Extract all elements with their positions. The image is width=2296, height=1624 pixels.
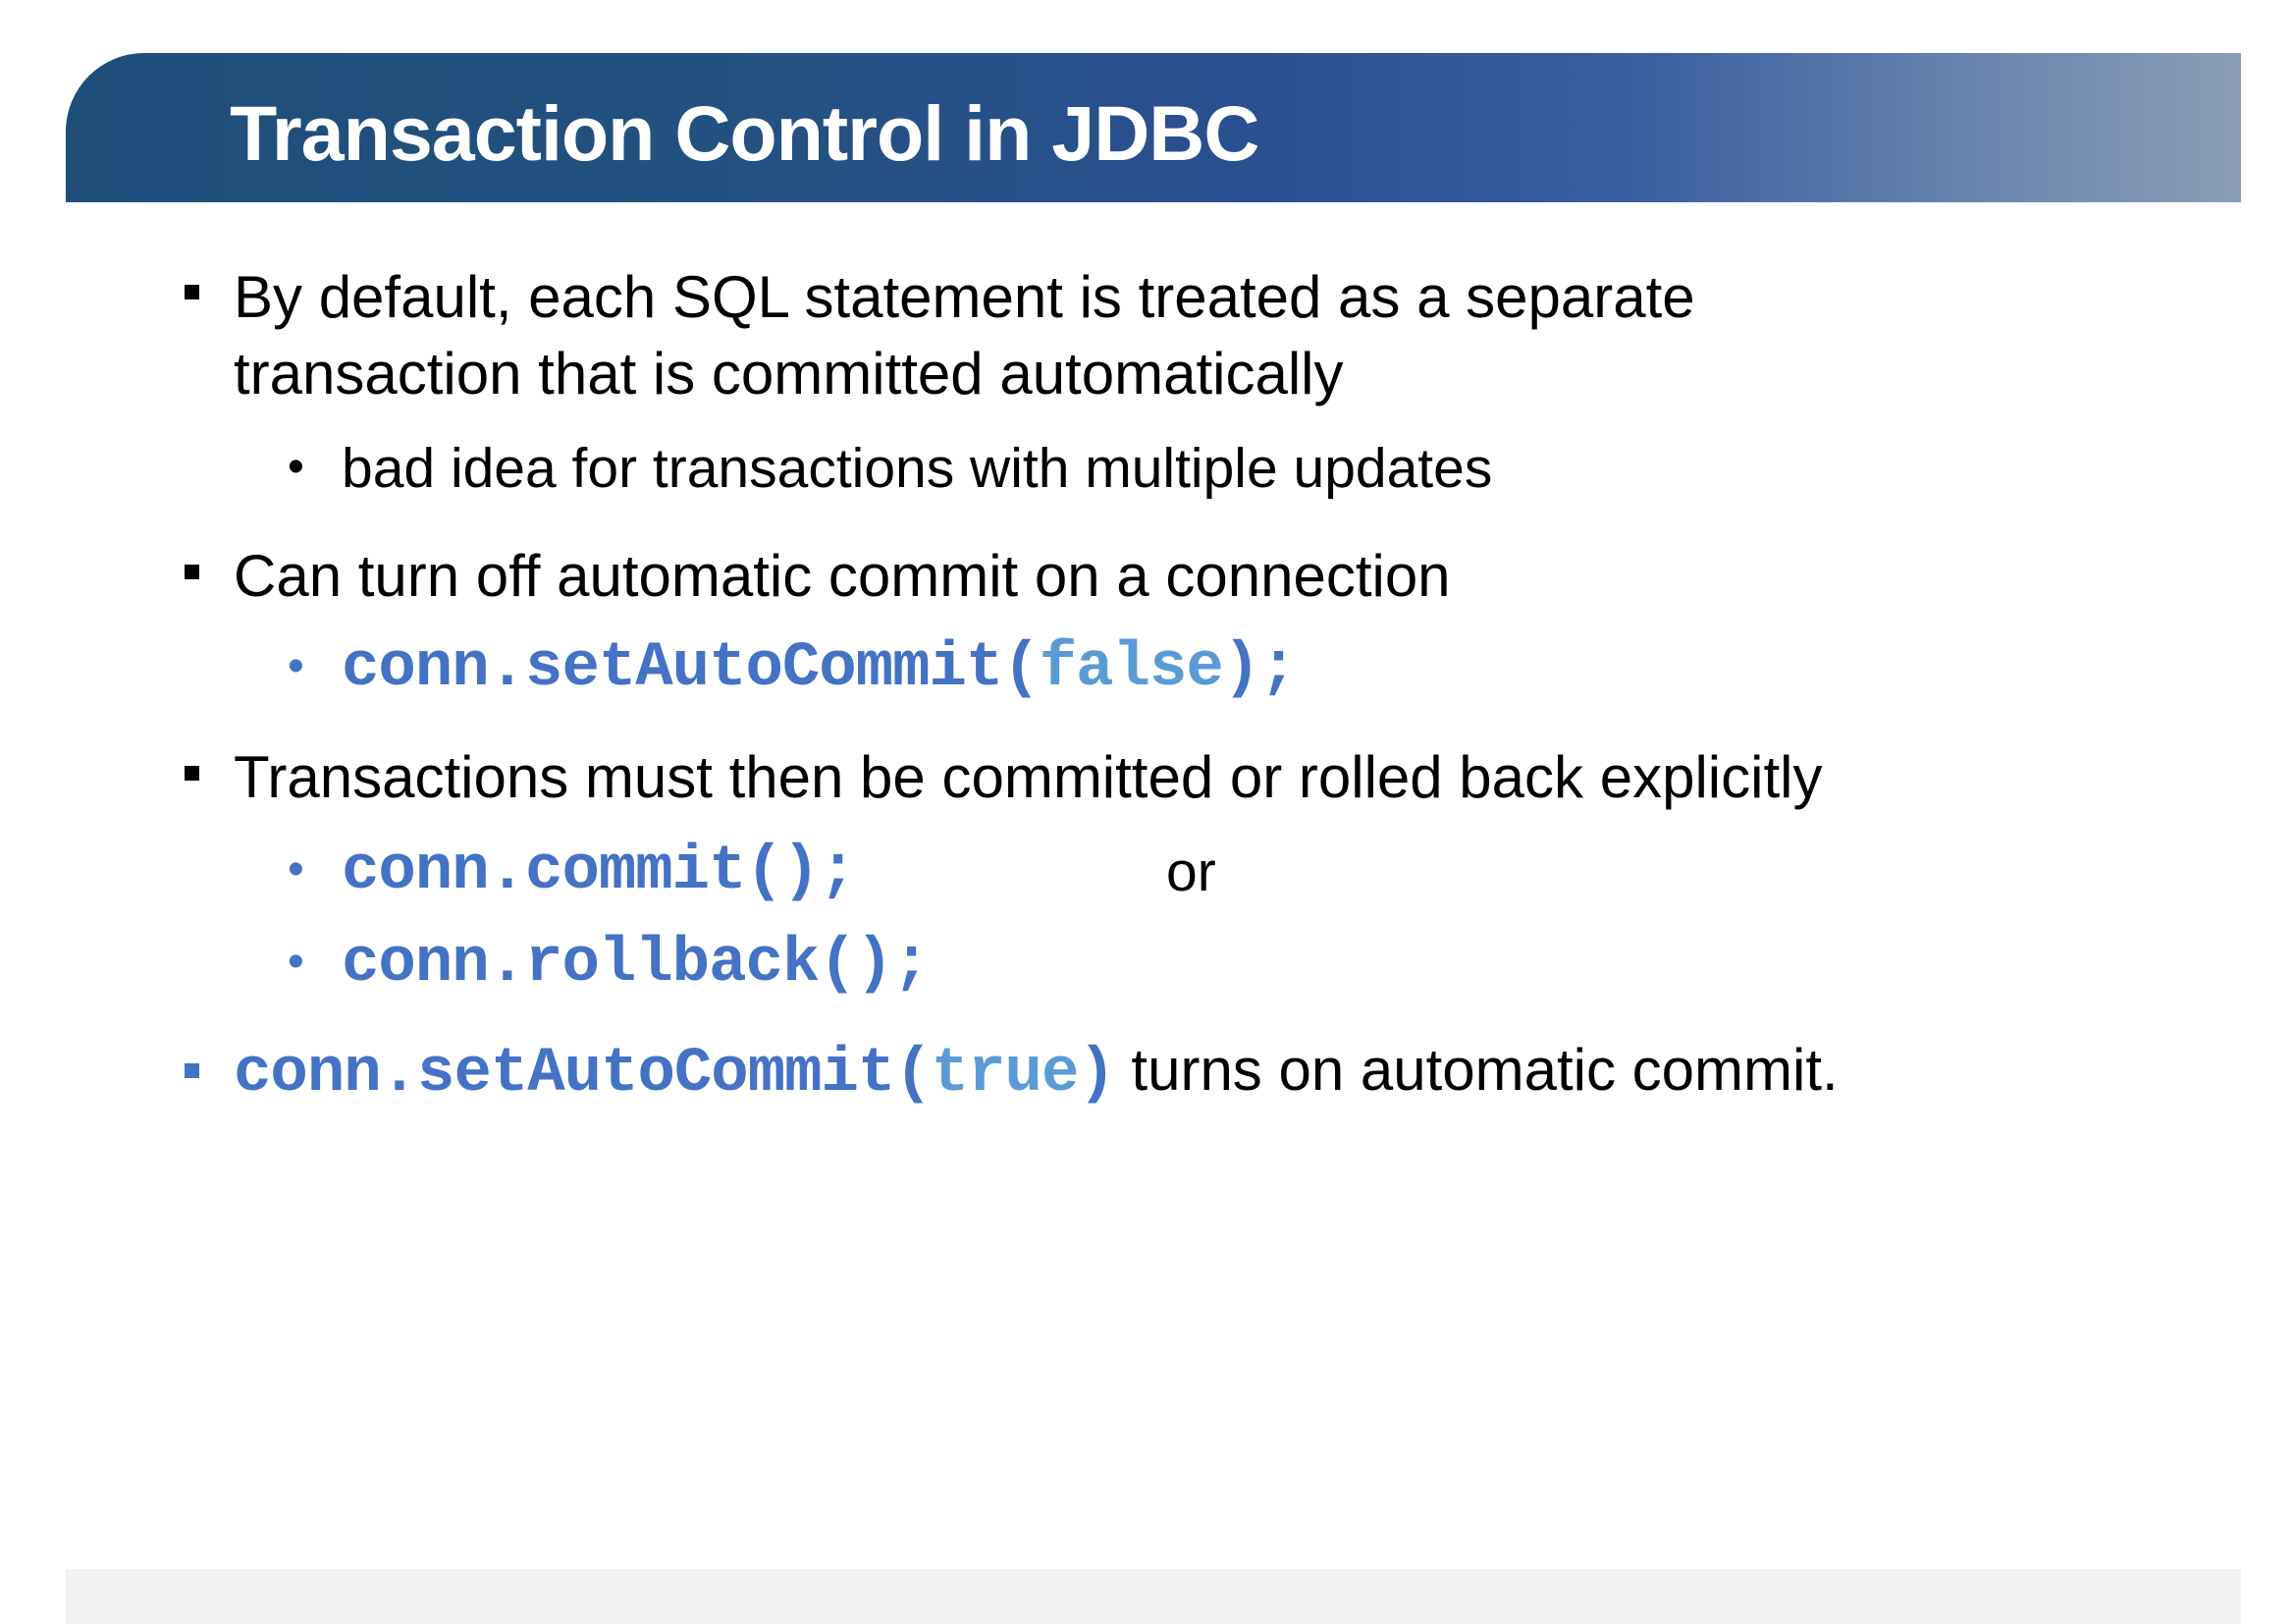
- bullet-2-sub-code: conn.setAutoCommit(false);: [342, 637, 1298, 700]
- bullet-3-sub-1: conn.commit();: [342, 840, 857, 903]
- bullet-4-line: conn.setAutoCommit(true) turns on automa…: [234, 1041, 1839, 1107]
- bullet-1-line-1: By default, each SQL statement is treate…: [234, 264, 1695, 330]
- sub-bullet-dot-icon: •: [288, 843, 304, 895]
- code-suffix: );: [1222, 633, 1298, 704]
- code-true-literal: true: [931, 1039, 1080, 1110]
- bullet-square-icon: [185, 285, 199, 299]
- code-set-autocommit-prefix: conn.setAutoCommit(: [342, 633, 1041, 704]
- bullet-3-text: Transactions must then be committed or r…: [234, 744, 1823, 810]
- or-label: or: [1166, 840, 1216, 903]
- bullet-square-icon: [185, 565, 199, 579]
- code-commit: conn.commit();: [342, 837, 857, 907]
- sub-bullet-dot-icon: •: [288, 936, 304, 988]
- code-suffix: ): [1078, 1039, 1115, 1110]
- code-false-literal: false: [1039, 633, 1224, 704]
- sub-bullet-dot-icon: •: [288, 441, 304, 493]
- code-rollback: conn.rollback();: [342, 929, 930, 1000]
- footer-bar: [66, 1569, 2241, 1624]
- sub-bullet-dot-icon: •: [288, 640, 304, 692]
- bullet-1-sub: bad idea for transactions with multiple …: [342, 437, 1493, 500]
- bullet-square-icon: [185, 766, 199, 781]
- bullet-2-text: Can turn off automatic commit on a conne…: [234, 543, 1451, 609]
- slide-title: Transaction Control in JDBC: [230, 89, 1259, 177]
- bullet-1-line-2: transaction that is committed automatica…: [234, 341, 1344, 406]
- bullet-square-icon: [185, 1063, 199, 1078]
- bullet-4-text: turns on automatic commit.: [1114, 1037, 1839, 1103]
- bullet-3-sub-2: conn.rollback();: [342, 933, 930, 996]
- code-set-autocommit-prefix: conn.setAutoCommit(: [234, 1039, 933, 1110]
